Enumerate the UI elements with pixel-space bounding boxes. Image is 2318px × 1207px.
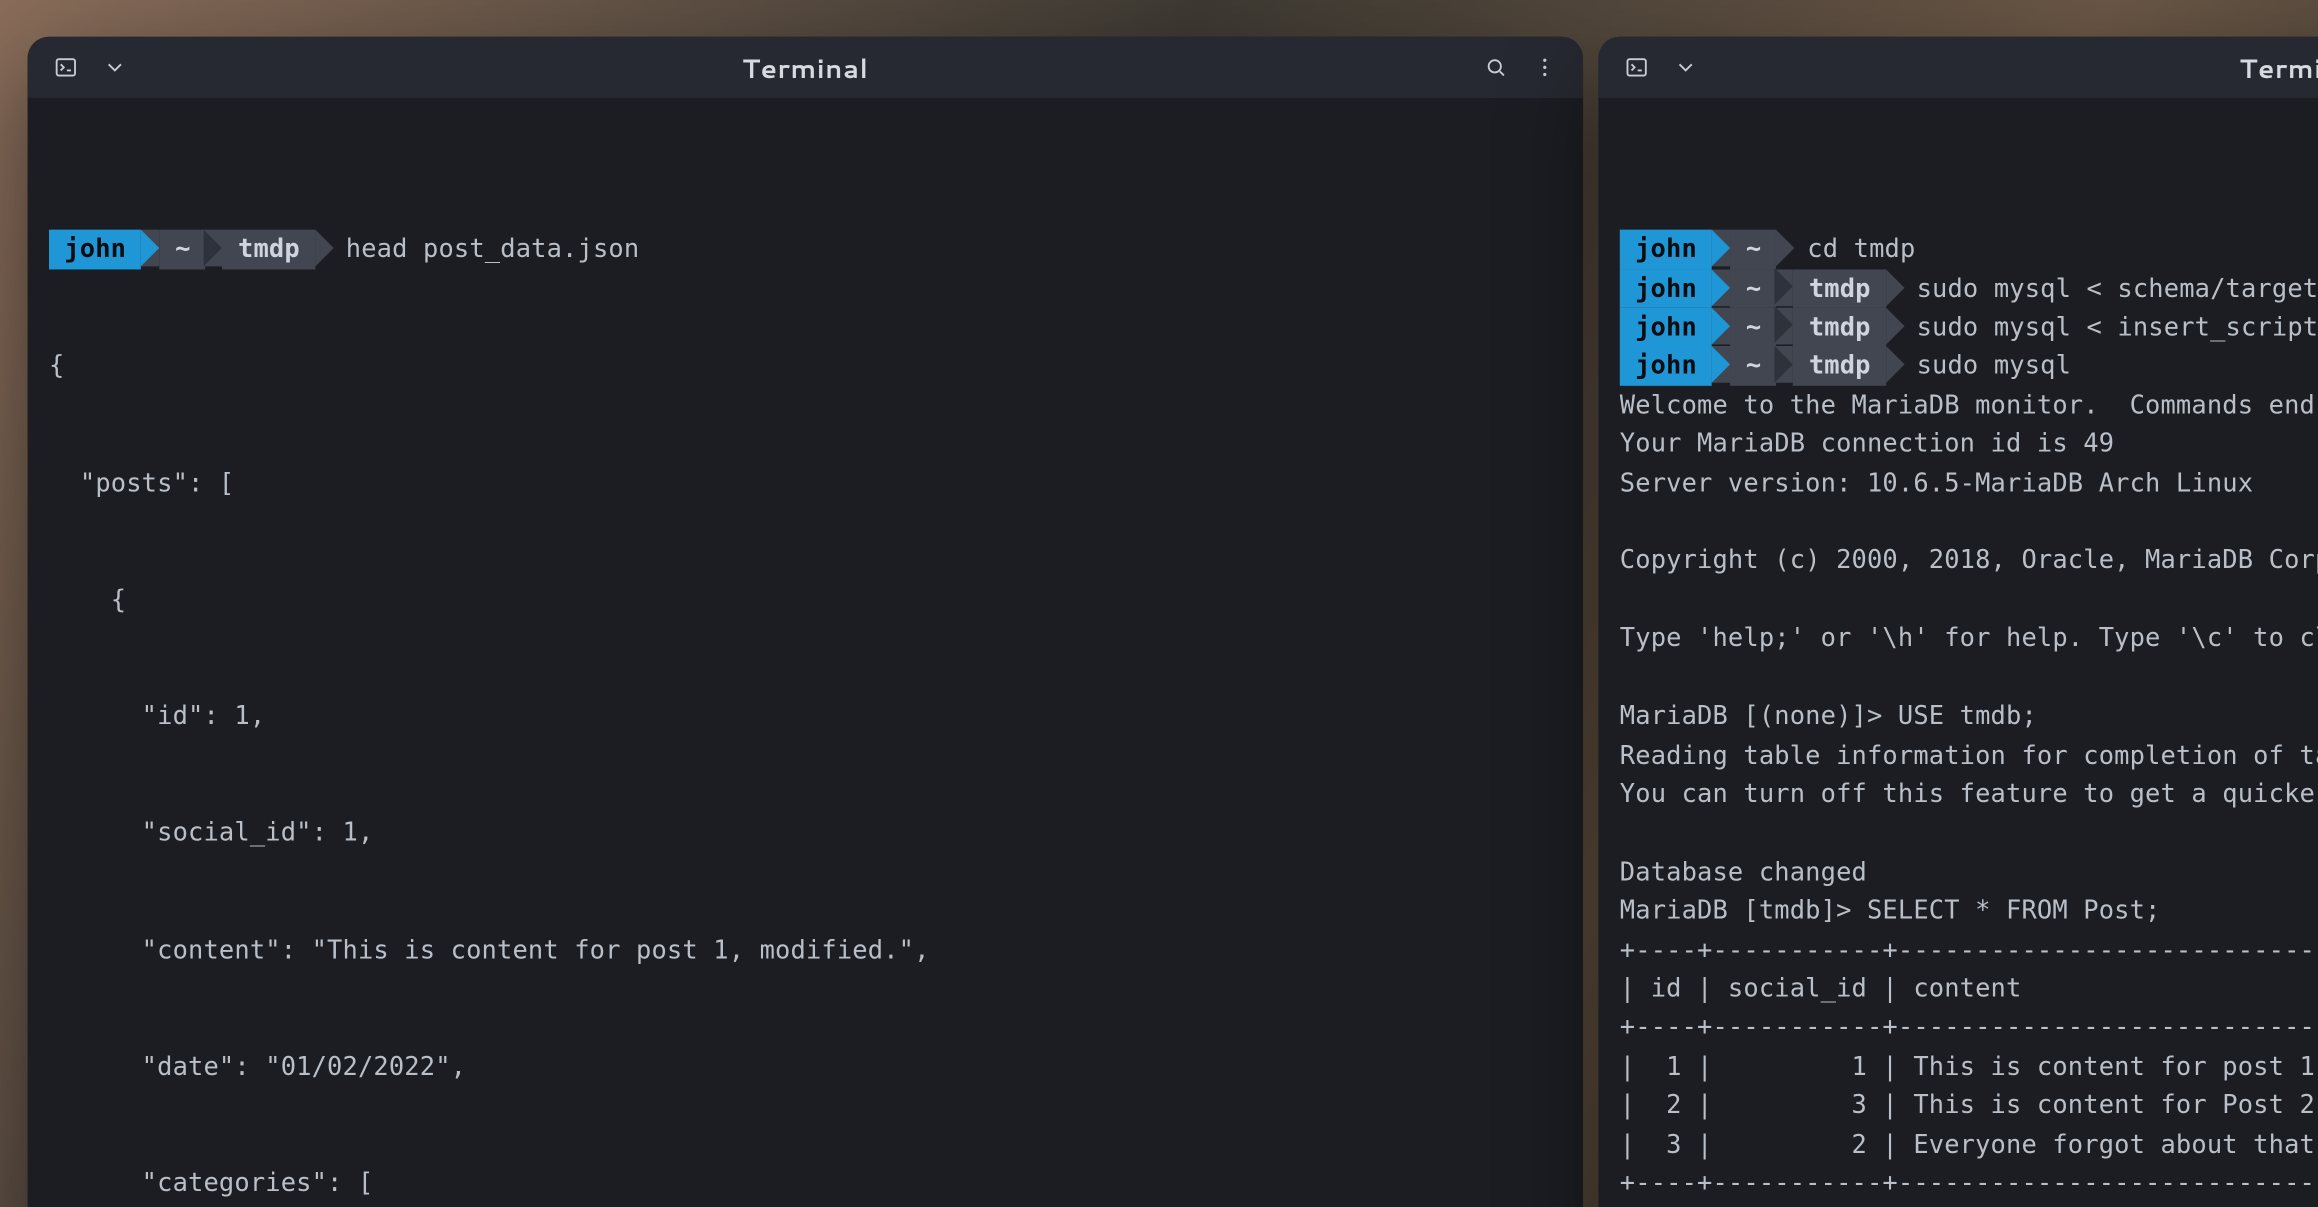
prompt-line: john ~ tmdp sudo mysql — [1620, 347, 2318, 386]
output-line: "social_id": 1, — [49, 813, 1562, 852]
prompt-home: ~ — [1731, 308, 1777, 347]
output-line: Server version: 10.6.5-MariaDB Arch Linu… — [1620, 463, 2318, 502]
output-line: Welcome to the MariaDB monitor. Commands… — [1620, 386, 2318, 425]
output-line: "date": "01/02/2022", — [49, 1047, 1562, 1086]
command-text: sudo mysql < insert_script.sql — [1904, 312, 2318, 341]
titlebar-left[interactable]: Terminal — [28, 37, 1583, 98]
prompt-line: john ~ tmdp sudo mysql < insert_script.sql — [1620, 308, 2318, 347]
output-line: 3 rows in set (0.000 sec) — [1620, 1202, 2318, 1207]
table-row: | 2 | 3 | This is content for Post 2. Th… — [1620, 1090, 2318, 1119]
prompt-dir: tmdp — [1794, 269, 1886, 308]
output-line: { — [49, 347, 1562, 386]
output-line: You can turn off this feature to get a q… — [1620, 775, 2318, 814]
output-line: +----+-----------+----------------------… — [1620, 1164, 2318, 1203]
prompt-dir: tmdp — [1794, 308, 1886, 347]
window-title: Terminal — [1709, 48, 2318, 86]
hamburger-menu-icon[interactable] — [1522, 46, 1568, 89]
output-line: | 3 | 2 | Everyone forgot about that ban… — [1620, 1125, 2318, 1164]
prompt-user: john — [1620, 230, 1712, 269]
output-line: "categories": [ — [49, 1164, 1562, 1203]
command-text: head post_data.json — [334, 235, 640, 264]
output-line: "content": "This is content for post 1, … — [49, 930, 1562, 969]
command-text: cd tmdp — [1795, 235, 1915, 264]
terminal-body-left[interactable]: john ~ tmdp head post_data.json { "posts": … — [28, 98, 1583, 1207]
new-tab-icon[interactable] — [1663, 46, 1709, 89]
desktop: Terminal john ~ tmdp head post_data.json { … — [0, 0, 2318, 1207]
titlebar-right[interactable]: Terminal — [1598, 37, 2318, 98]
prompt-user: john — [1620, 347, 1712, 386]
output-line: "id": 1, — [49, 697, 1562, 736]
output-line — [1620, 813, 2318, 852]
output-line: | 2 | 3 | This is content for Post 2. Th… — [1620, 1086, 2318, 1125]
output-line: | id | social_id | content | date | — [1620, 969, 2318, 1008]
output-line: MariaDB [tmdb]> SELECT * FROM Post; — [1620, 891, 2318, 930]
output-line: Your MariaDB connection id is 49 — [1620, 424, 2318, 463]
prompt-home: ~ — [1731, 230, 1777, 269]
output-line: Type 'help;' or '\h' for help. Type '\c'… — [1620, 619, 2318, 658]
prompt-home: ~ — [160, 230, 206, 269]
window-title: Terminal — [138, 48, 1473, 86]
table-row: | 3 | 2 | Everyone forgot about that ban… — [1620, 1129, 2318, 1158]
prompt-dir: tmdp — [1794, 347, 1886, 386]
command-text: sudo mysql < schema/targeted_marketing.s… — [1904, 273, 2318, 302]
new-tab-icon[interactable] — [92, 46, 138, 89]
output-line — [1620, 580, 2318, 619]
command-text: sudo mysql — [1904, 351, 2071, 380]
table-header: | id | social_id | content | date | — [1620, 974, 2318, 1003]
prompt-line: john ~ cd tmdp — [1620, 230, 2318, 269]
prompt-line: john ~ tmdp sudo mysql < schema/targeted_ma… — [1620, 269, 2318, 308]
output-line: { — [49, 580, 1562, 619]
output-line: +----+-----------+----------------------… — [1620, 930, 2318, 969]
prompt-user: john — [49, 230, 141, 269]
output-line: "posts": [ — [49, 463, 1562, 502]
terminal-window-left: Terminal john ~ tmdp head post_data.json { … — [28, 37, 1583, 1207]
output-line: MariaDB [(none)]> USE tmdb; — [1620, 697, 2318, 736]
prompt-user: john — [1620, 308, 1712, 347]
prompt-dir: tmdp — [223, 230, 315, 269]
output-line: Reading table information for completion… — [1620, 736, 2318, 775]
output-line: | 1 | 1 | This is content for post 1, mo… — [1620, 1047, 2318, 1086]
search-icon[interactable] — [1473, 46, 1519, 89]
terminal-window-right: Terminal john~cd tm — [1598, 37, 2318, 1207]
output-line: +----+-----------+----------------------… — [1620, 1008, 2318, 1047]
prompt-home: ~ — [1731, 269, 1777, 308]
prompt-user: john — [1620, 269, 1712, 308]
output-line: Database changed — [1620, 852, 2318, 891]
prompt-line: john ~ tmdp head post_data.json — [49, 230, 1562, 269]
terminal-icon[interactable] — [1614, 46, 1660, 89]
prompt-home: ~ — [1731, 347, 1777, 386]
output-line — [1620, 658, 2318, 697]
table-row: | 1 | 1 | This is content for post 1, mo… — [1620, 1051, 2318, 1080]
terminal-icon[interactable] — [43, 46, 89, 89]
output-line — [1620, 502, 2318, 541]
terminal-body-right[interactable]: john ~ cd tmdp john ~ tmdp sudo mysql < schema… — [1598, 98, 2318, 1207]
output-line: Copyright (c) 2000, 2018, Oracle, MariaD… — [1620, 541, 2318, 580]
